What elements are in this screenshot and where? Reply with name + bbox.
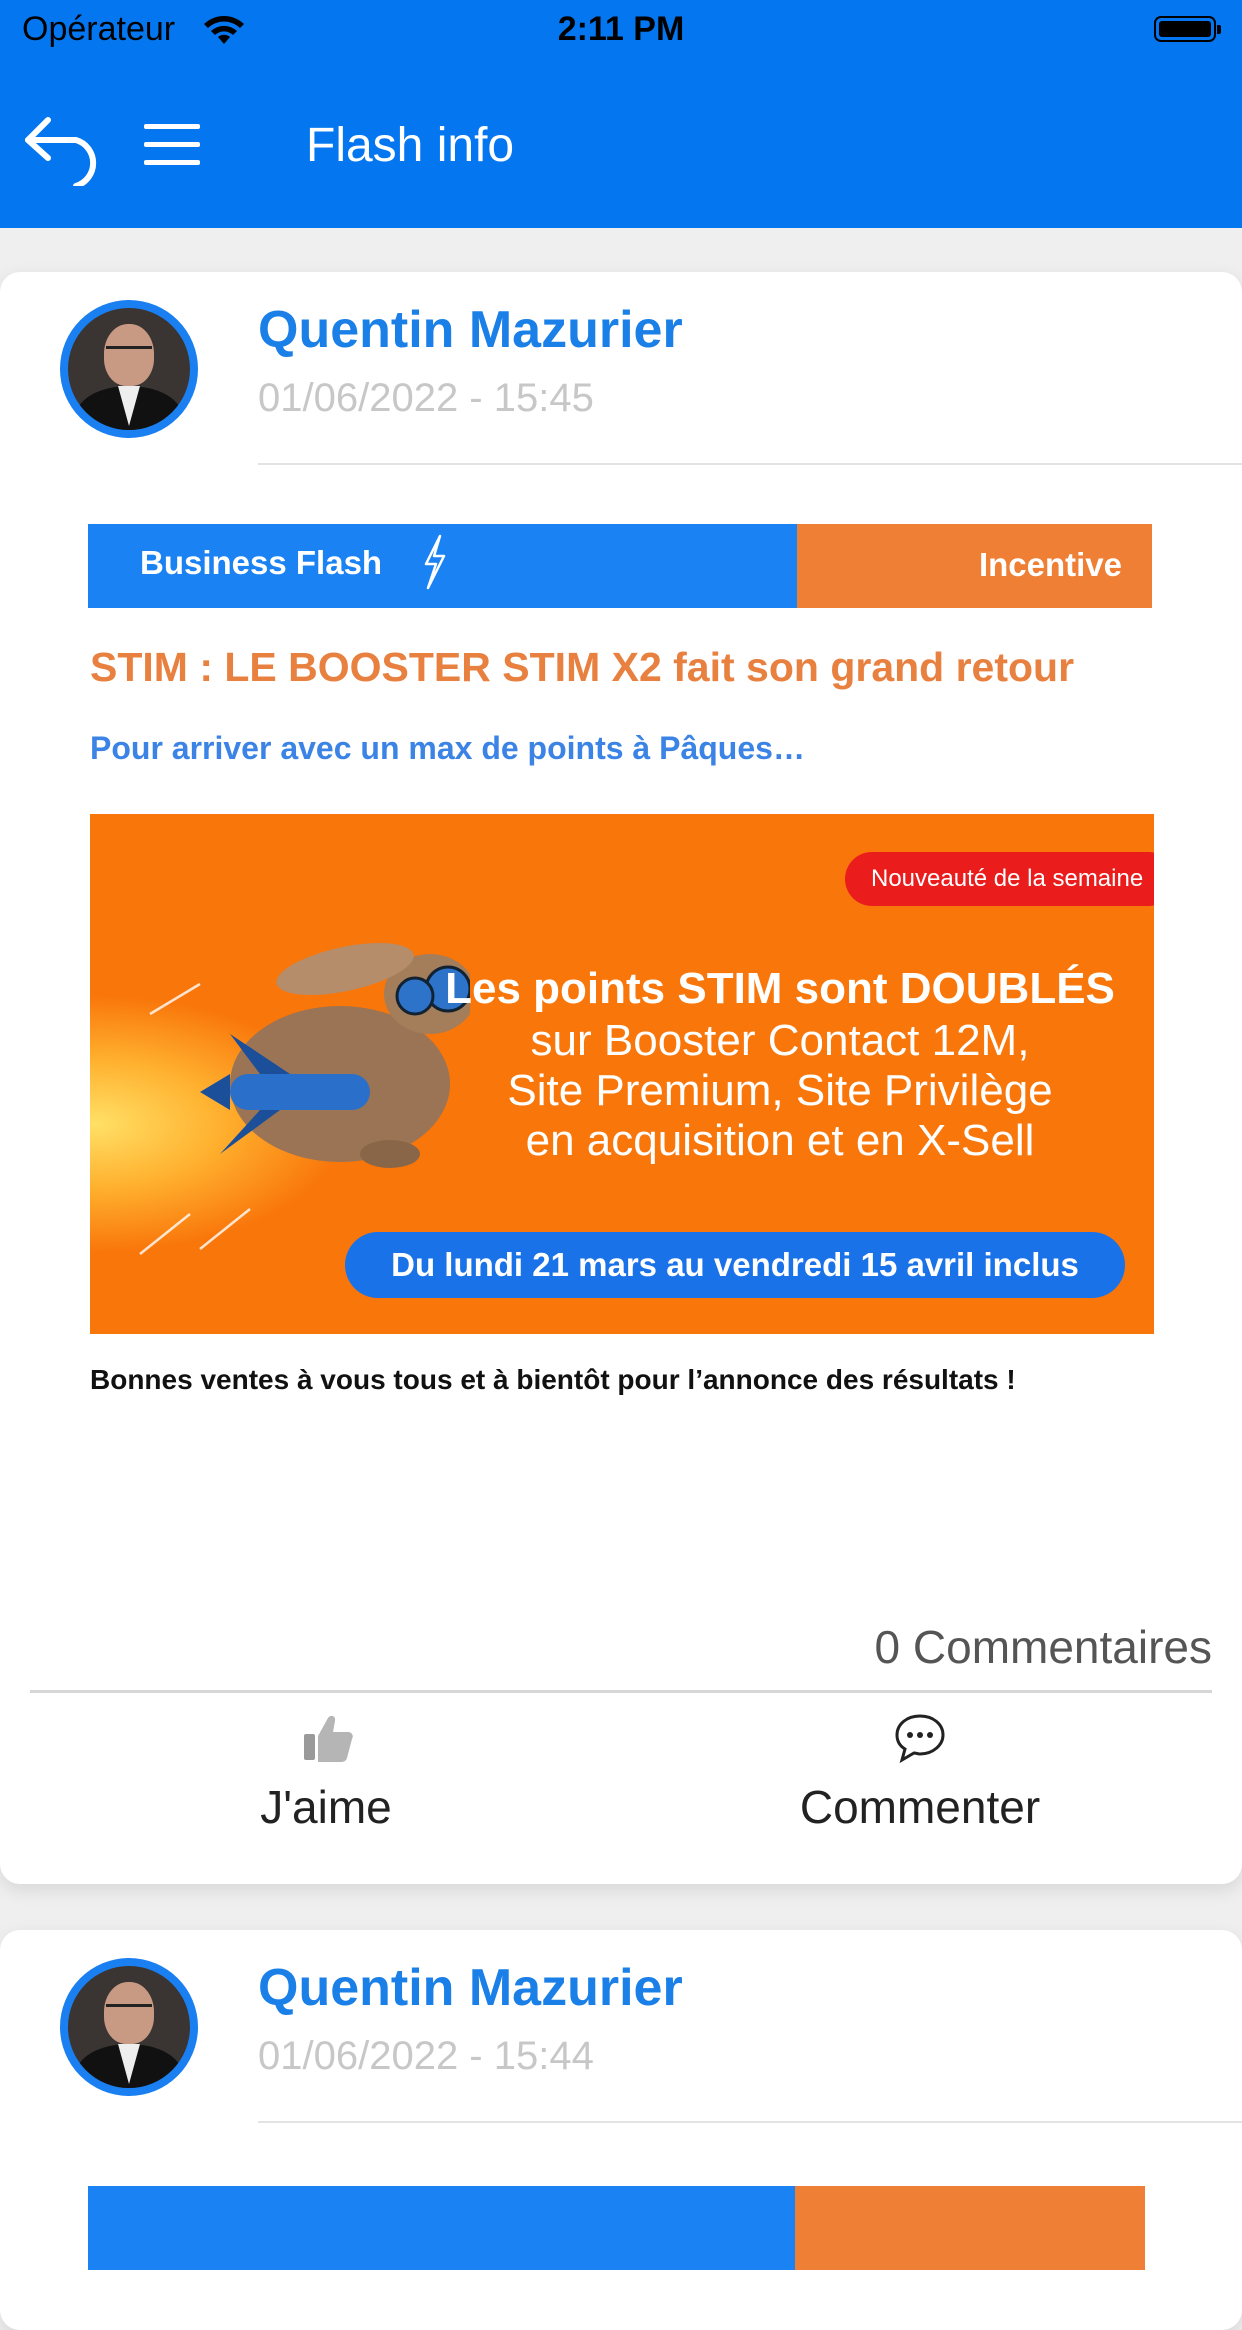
avatar[interactable] (60, 300, 198, 438)
divider (30, 1690, 1212, 1693)
avatar-photo (68, 1966, 190, 2088)
like-button[interactable]: J'aime (206, 1708, 446, 1848)
flash-banner: Business Flash Incentive (88, 524, 1152, 608)
post-card: Quentin Mazurier 01/06/2022 - 15:44 (0, 1930, 1242, 2330)
post-date: 01/06/2022 - 15:44 (258, 2034, 594, 2078)
banner-blue-section (88, 2186, 795, 2270)
banner-title: Business Flash (140, 544, 383, 581)
new-badge: Nouveauté de la semaine (845, 852, 1154, 906)
promo-date-pill: Du lundi 21 mars au vendredi 15 avril in… (345, 1232, 1125, 1298)
promo-text-line: sur Booster Contact 12M, (530, 1016, 1030, 1065)
promo-visual: Nouveauté de la semaine Les points STIM … (90, 814, 1154, 1334)
divider (258, 2121, 1242, 2123)
speech-bubble-icon (895, 1714, 945, 1764)
flash-image[interactable] (88, 2186, 1152, 2270)
comment-button[interactable]: Commenter (760, 1708, 1080, 1848)
avatar-photo (68, 308, 190, 430)
author-name[interactable]: Quentin Mazurier (258, 1958, 683, 2018)
post-date: 01/06/2022 - 15:45 (258, 376, 594, 420)
comment-label: Commenter (799, 1781, 1041, 1833)
thumbs-up-icon (304, 1715, 353, 1762)
hamburger-menu-button[interactable] (144, 122, 202, 170)
author-name[interactable]: Quentin Mazurier (258, 300, 683, 360)
menu-line (144, 160, 200, 165)
avatar[interactable] (60, 1958, 198, 2096)
avatar-glasses (106, 346, 152, 357)
comment-count[interactable]: 0 Commentaires (875, 1620, 1212, 1674)
post-card: Quentin Mazurier 01/06/2022 - 15:45 Busi… (0, 272, 1242, 1884)
flash-headline: STIM : LE BOOSTER STIM X2 fait son grand… (90, 644, 1075, 690)
nav-bar: Flash info (0, 62, 1242, 228)
lightning-icon (424, 534, 446, 590)
page-title: Flash info (306, 119, 515, 172)
menu-line (144, 142, 200, 147)
menu-line (144, 124, 200, 129)
flash-subheadline: Pour arriver avec un max de points à Pâq… (90, 730, 805, 766)
banner-orange-section (795, 2186, 1145, 2270)
like-label: J'aime (260, 1781, 392, 1833)
promo-title: Les points STIM sont DOUBLÉS (445, 964, 1115, 1013)
promo-text-line: en acquisition et en X-Sell (525, 1116, 1035, 1165)
banner-category: Incentive (978, 546, 1122, 583)
flash-footer-text: Bonnes ventes à vous tous et à bientôt p… (90, 1364, 1016, 1395)
avatar-glasses (106, 2004, 152, 2015)
promo-text-line: Site Premium, Site Privilège (507, 1066, 1053, 1115)
back-button[interactable] (22, 110, 108, 186)
divider (258, 463, 1242, 465)
battery-icon (1154, 16, 1221, 42)
status-time: 2:11 PM (557, 10, 685, 48)
status-bar: Opérateur 2:11 PM (0, 0, 1242, 62)
